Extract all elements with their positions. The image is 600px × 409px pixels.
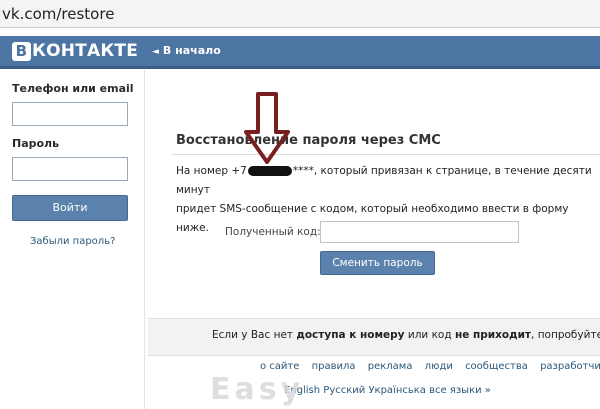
help-bar: Если у Вас нет доступа к номеру или код … (148, 318, 600, 356)
login-panel: Телефон или email Пароль Войти Забыли па… (0, 70, 145, 409)
not-received-link[interactable]: не приходит (455, 329, 531, 341)
password-label: Пароль (12, 137, 60, 150)
vk-header: В КОНТАКТЕ ◄ В начало (0, 36, 600, 69)
login-button[interactable]: Войти (12, 195, 128, 221)
footer-link-developers[interactable]: разработчик (540, 361, 600, 372)
info-prefix: На номер +7 (176, 165, 247, 177)
help-text: Если у Вас нет доступа к номеру или код … (212, 329, 600, 341)
home-link[interactable]: ◄ В начало (152, 44, 221, 57)
vk-logo-icon: В (12, 41, 31, 61)
restore-panel: Восстановление пароля через СМС На номер… (148, 78, 600, 409)
page-title: Восстановление пароля через СМС (176, 133, 441, 148)
footer-link-ads[interactable]: реклама (368, 361, 413, 372)
address-bar[interactable]: vk.com/restore (0, 0, 600, 28)
vk-logo-text: КОНТАКТЕ (32, 41, 139, 61)
watermark: Easy (210, 372, 305, 407)
divider (172, 154, 600, 155)
change-password-button[interactable]: Сменить пароль (320, 251, 435, 275)
footer-link-communities[interactable]: сообщества (465, 361, 528, 372)
password-input[interactable] (12, 157, 128, 181)
language-selector[interactable]: English Русский Українська все языки » (284, 385, 491, 396)
phone-label: Телефон или email (12, 82, 134, 95)
code-label: Полученный код: (225, 226, 321, 238)
footer-links: о сайте правила реклама люди сообщества … (260, 361, 600, 372)
footer-link-about[interactable]: о сайте (260, 361, 299, 372)
footer-link-people[interactable]: люди (425, 361, 453, 372)
url-text: vk.com/restore (2, 5, 115, 23)
no-access-link[interactable]: доступа к номеру (296, 329, 404, 341)
vk-logo[interactable]: В КОНТАКТЕ (12, 40, 138, 62)
phone-input[interactable] (12, 102, 128, 126)
forgot-password-link[interactable]: Забыли пароль? (30, 236, 115, 247)
chevron-left-icon: ◄ (152, 47, 159, 57)
down-arrow-icon (244, 92, 290, 164)
home-link-label: В начало (162, 44, 221, 57)
masked-number (247, 166, 292, 176)
footer-link-rules[interactable]: правила (312, 361, 356, 372)
code-input[interactable] (320, 221, 519, 243)
